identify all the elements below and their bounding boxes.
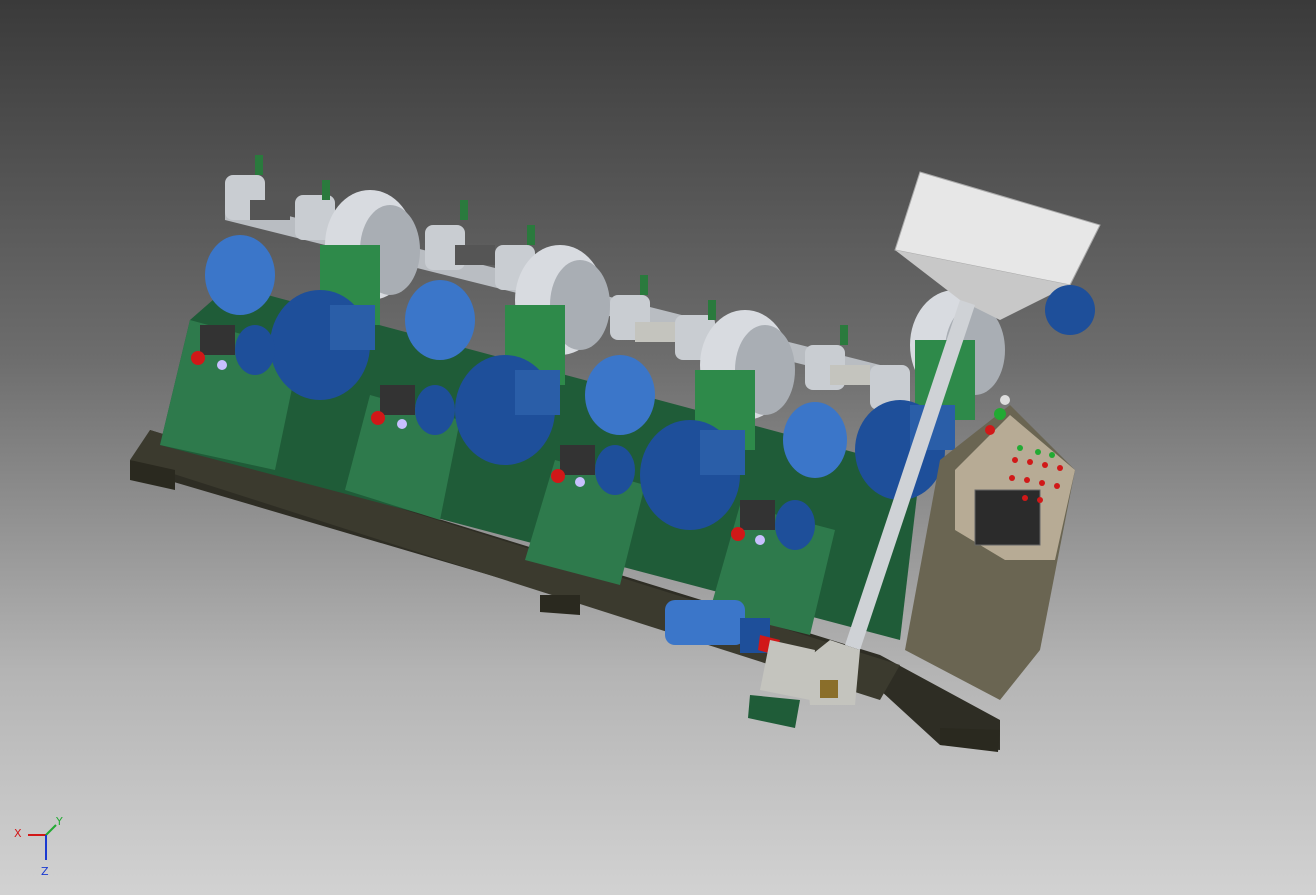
- y-axis-label: Y: [55, 815, 63, 828]
- y-axis-line: [45, 824, 57, 836]
- orientation-triad: X Y Z: [14, 815, 63, 878]
- cad-viewport[interactable]: X Y Z: [0, 0, 1316, 895]
- machine-scene: [130, 155, 1101, 752]
- x-axis-label: X: [14, 827, 22, 840]
- z-axis-label: Z: [41, 865, 49, 878]
